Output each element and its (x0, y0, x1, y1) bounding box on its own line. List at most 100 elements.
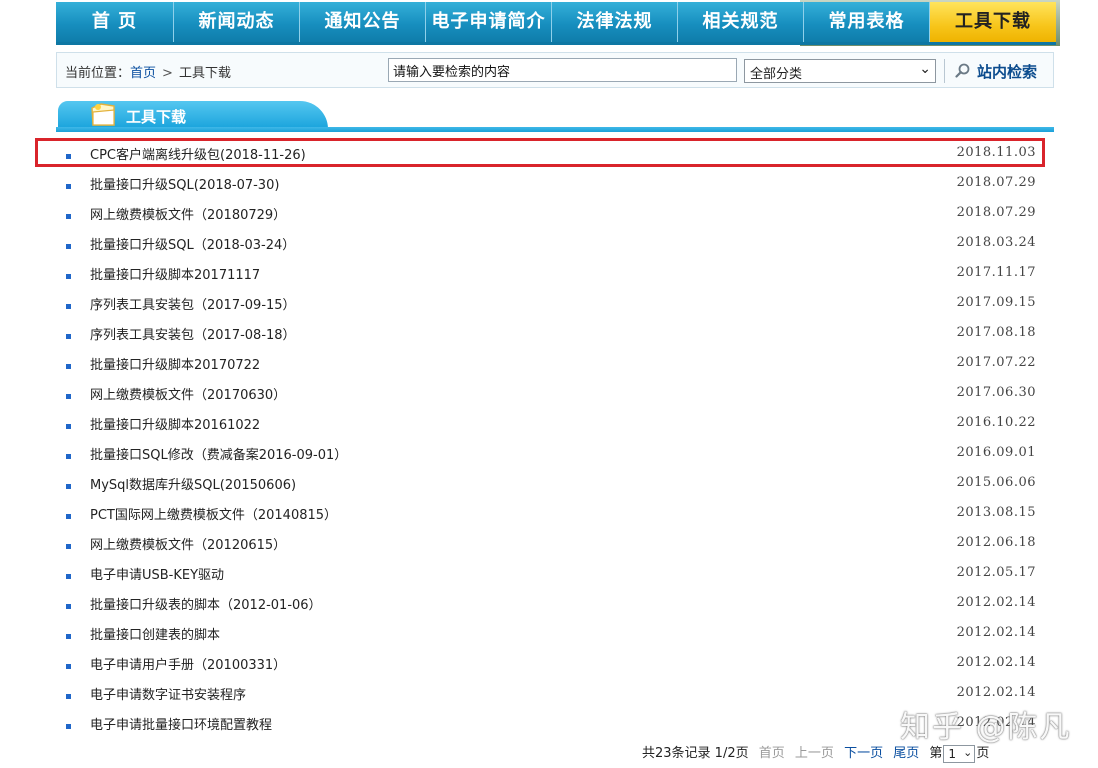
list-item-link[interactable]: 电子申请用户手册（20100331） (90, 654, 286, 673)
list-item-date: 2017.11.17 (956, 265, 1036, 280)
breadcrumb-prefix: 当前位置： (65, 66, 131, 81)
list-item: MySql数据库升级SQL(20150606) 2015.06.06 (0, 468, 1098, 498)
bullet-icon (66, 364, 71, 369)
list-item-link[interactable]: 网上缴费模板文件（20180729） (90, 204, 286, 223)
list-item-link[interactable]: 电子申请USB-KEY驱动 (90, 564, 224, 583)
list-item: 网上缴费模板文件（20170630） 2017.06.30 (0, 378, 1098, 408)
list-item: 序列表工具安装包（2017-09-15） 2017.09.15 (0, 288, 1098, 318)
pagination-prev: 上一页 (794, 746, 834, 761)
breadcrumb-home-link[interactable]: 首页 (130, 66, 156, 81)
bullet-icon (66, 514, 71, 519)
list-item-date: 2017.09.15 (956, 295, 1036, 310)
nav-item-laws[interactable]: 法律法规 (552, 2, 678, 42)
section-divider (56, 127, 1054, 132)
bullet-icon (66, 394, 71, 399)
nav-item-standards[interactable]: 相关规范 (678, 2, 804, 42)
page-suffix: 页 (976, 746, 990, 761)
list-item: 序列表工具安装包（2017-08-18） 2017.08.18 (0, 318, 1098, 348)
list-item-date: 2016.10.22 (956, 415, 1036, 430)
list-item-date: 2018.03.24 (956, 235, 1036, 250)
search-icon (955, 63, 970, 78)
pagination-first: 首页 (758, 746, 785, 761)
list-item-link[interactable]: 批量接口升级脚本20161022 (90, 414, 260, 433)
list-item-date: 2012.06.18 (956, 535, 1036, 550)
list-item: 网上缴费模板文件（20120615） 2012.06.18 (0, 528, 1098, 558)
list-item: 批量接口创建表的脚本 2012.02.14 (0, 618, 1098, 648)
bullet-icon (66, 574, 71, 579)
list-item-link[interactable]: 批量接口升级脚本20170722 (90, 354, 260, 373)
list-item: 批量接口升级脚本20171117 2017.11.17 (0, 258, 1098, 288)
divider (944, 59, 945, 83)
list-item: 电子申请USB-KEY驱动 2012.05.17 (0, 558, 1098, 588)
category-select[interactable]: 全部分类 ⌄ (744, 59, 936, 83)
list-item-date: 2012.02.14 (956, 595, 1036, 610)
list-item-date: 2012.05.17 (956, 565, 1036, 580)
list-item-link[interactable]: 网上缴费模板文件（20170630） (90, 384, 286, 403)
bullet-icon (66, 604, 71, 609)
bullet-icon (66, 424, 71, 429)
breadcrumb: 当前位置：首页 > 工具下载 (65, 62, 231, 81)
list-item-link[interactable]: 批量接口SQL修改（费减备案2016-09-01） (90, 444, 347, 463)
breadcrumb-current: 工具下载 (178, 66, 231, 81)
list-item-date: 2018.07.29 (956, 175, 1036, 190)
list-item-link[interactable]: 序列表工具安装包（2017-08-18） (90, 324, 296, 343)
nav-item-e-filing-intro[interactable]: 电子申请简介 (426, 2, 552, 42)
pagination-last[interactable]: 尾页 (893, 746, 919, 761)
list-item-date: 2012.02.14 (956, 655, 1036, 670)
list-item: 批量接口SQL修改（费减备案2016-09-01） 2016.09.01 (0, 438, 1098, 468)
list-item-link[interactable]: 批量接口升级表的脚本（2012-01-06） (90, 594, 322, 613)
list-item-link[interactable]: 批量接口升级SQL（2018-03-24） (90, 234, 295, 253)
list-item-link[interactable]: MySql数据库升级SQL(20150606) (90, 474, 296, 493)
list-item: 批量接口升级脚本20170722 2017.07.22 (0, 348, 1098, 378)
list-item-date: 2012.02.14 (956, 685, 1036, 700)
list-item: PCT国际网上缴费模板文件（20140815） 2013.08.15 (0, 498, 1098, 528)
list-item-date: 2013.08.15 (956, 505, 1036, 520)
pagination-next[interactable]: 下一页 (844, 746, 883, 761)
list-item-link[interactable]: 批量接口创建表的脚本 (90, 624, 220, 643)
chevron-down-icon: ⌄ (919, 61, 931, 77)
list-item: 批量接口升级脚本20161022 2016.10.22 (0, 408, 1098, 438)
list-item-link[interactable]: 序列表工具安装包（2017-09-15） (90, 294, 296, 313)
bullet-icon (66, 244, 71, 249)
list-item-date: 2017.06.30 (956, 385, 1036, 400)
list-item-date: 2016.09.01 (956, 445, 1036, 460)
location-search-bar: 当前位置：首页 > 工具下载 全部分类 ⌄ 站内检索 (56, 52, 1054, 88)
nav-item-forms[interactable]: 常用表格 (804, 2, 930, 42)
nav-item-home[interactable]: 首 页 (56, 2, 174, 42)
list-item: 批量接口升级表的脚本（2012-01-06） 2012.02.14 (0, 588, 1098, 618)
nav-underline (56, 42, 1056, 45)
category-select-value: 全部分类 (750, 67, 803, 82)
watermark: 知乎 @陈凡 (900, 710, 1072, 745)
list-item-link[interactable]: 电子申请批量接口环境配置教程 (90, 714, 272, 733)
bullet-icon (66, 694, 71, 699)
folder-icon (91, 103, 115, 126)
bullet-icon (66, 544, 71, 549)
page-prefix: 第 (929, 746, 943, 761)
list-item-date: 2012.02.14 (956, 625, 1036, 640)
bullet-icon (66, 484, 71, 489)
pagination-summary: 共23条记录 1/2页 (642, 746, 749, 761)
list-item: 批量接口升级SQL(2018-07-30) 2018.07.29 (0, 168, 1098, 198)
list-item-link[interactable]: PCT国际网上缴费模板文件（20140815） (90, 504, 337, 523)
list-item: 电子申请用户手册（20100331） 2012.02.14 (0, 648, 1098, 678)
bullet-icon (66, 334, 71, 339)
bullet-icon (66, 184, 71, 189)
page-select[interactable]: 1 ⌄ (943, 744, 976, 763)
page-select-value: 1 (948, 746, 957, 761)
site-search-button[interactable]: 站内检索 (955, 61, 1037, 82)
nav-item-news[interactable]: 新闻动态 (174, 2, 300, 42)
list-item-link[interactable]: 批量接口升级SQL(2018-07-30) (90, 174, 279, 193)
list-item-link[interactable]: 批量接口升级脚本20171117 (90, 264, 260, 283)
bullet-icon (66, 454, 71, 459)
search-input[interactable] (388, 58, 737, 82)
bullet-icon (66, 274, 71, 279)
list-item-date: 2018.07.29 (956, 205, 1036, 220)
list-item: 网上缴费模板文件（20180729） 2018.07.29 (0, 198, 1098, 228)
list-item-date: 2017.07.22 (956, 355, 1036, 370)
nav-item-notices[interactable]: 通知公告 (300, 2, 426, 42)
nav-item-tools-download[interactable]: 工具下载 (930, 2, 1056, 42)
list-item-link[interactable]: 电子申请数字证书安装程序 (90, 684, 246, 703)
bullet-icon (66, 664, 71, 669)
site-search-label: 站内检索 (977, 63, 1038, 81)
list-item-link[interactable]: 网上缴费模板文件（20120615） (90, 534, 286, 553)
